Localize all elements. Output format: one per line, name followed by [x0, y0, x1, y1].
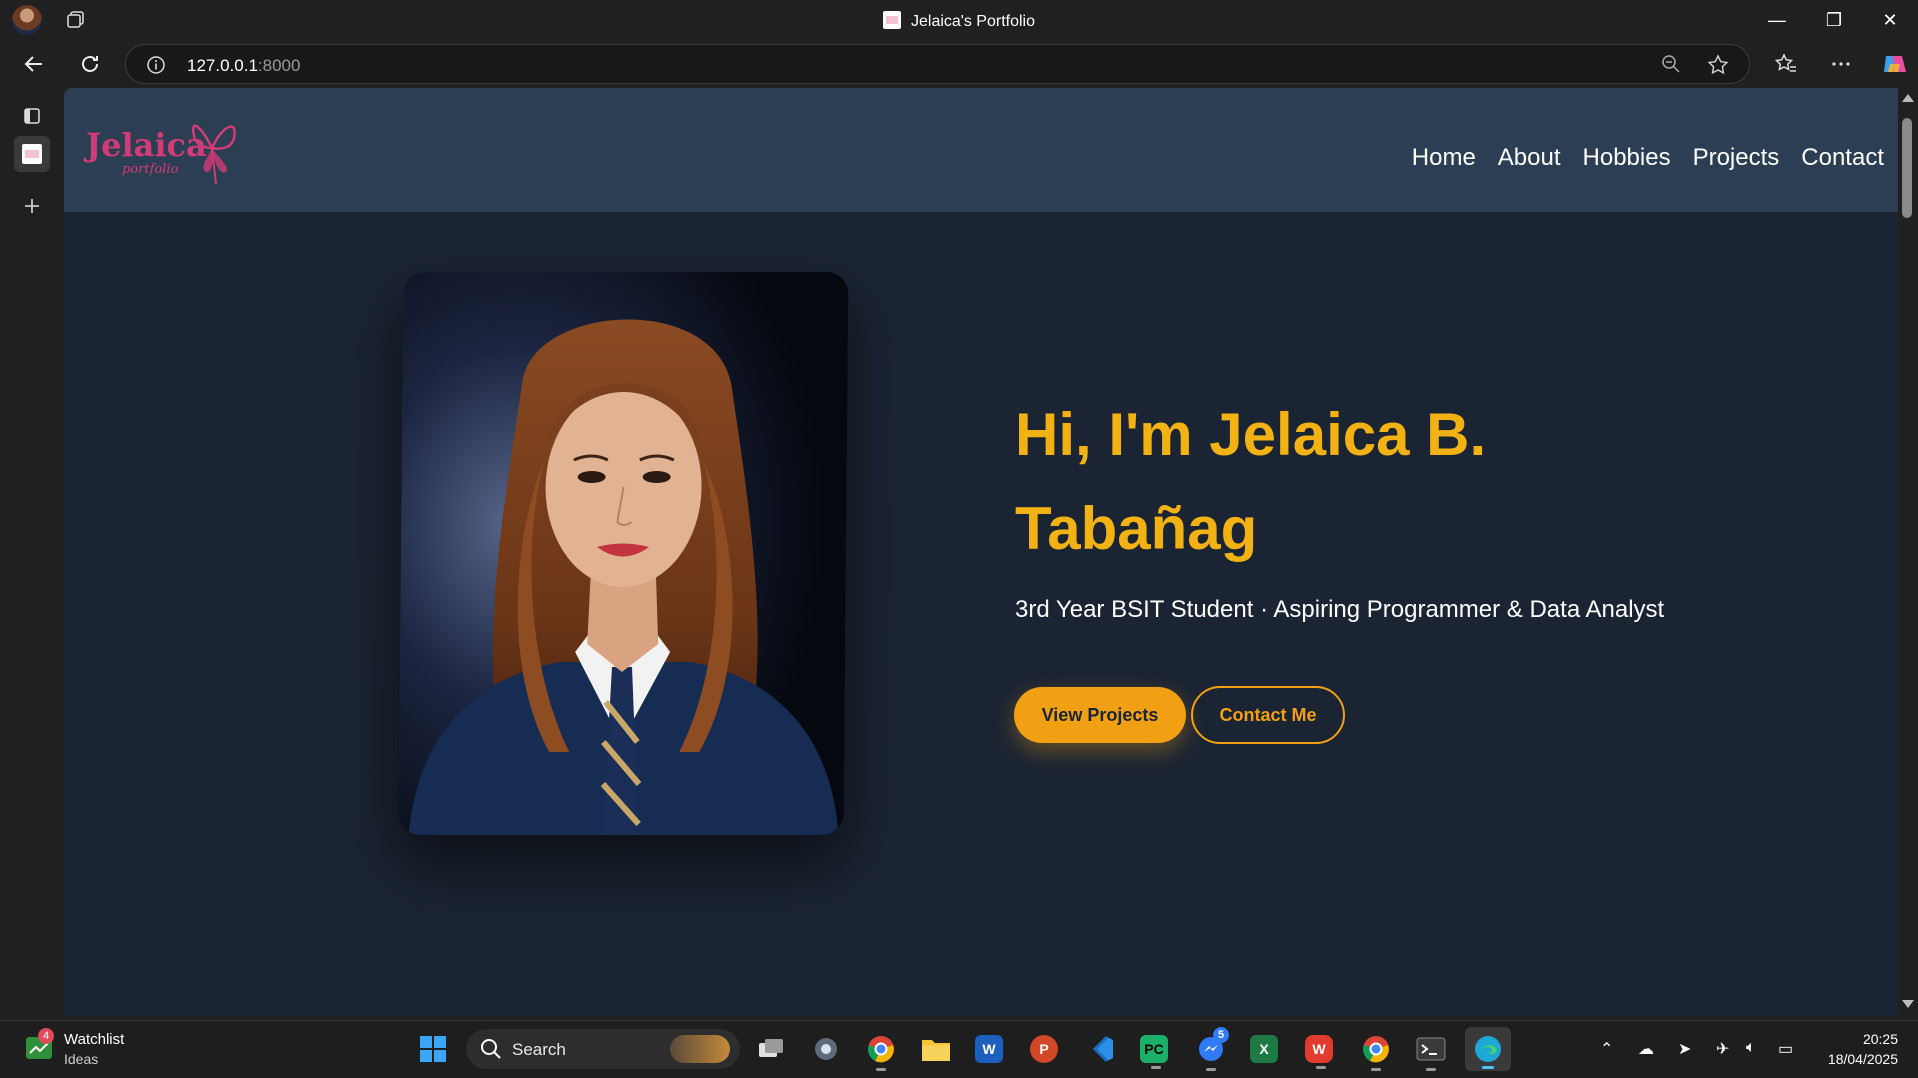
chrome-profile-icon[interactable]	[1360, 1033, 1392, 1071]
tab-actions-icon[interactable]	[14, 98, 50, 134]
nav-hobbies[interactable]: Hobbies	[1583, 144, 1671, 172]
scrollbar-thumb[interactable]	[1902, 118, 1912, 218]
taskbar-search-box[interactable]: Search	[466, 1029, 740, 1069]
taskbar-date[interactable]: 18/04/2025	[1828, 1051, 1898, 1067]
window-title: Jelaica's Portfolio	[0, 11, 1918, 31]
zoom-icon[interactable]	[1661, 54, 1681, 79]
portrait-image	[398, 272, 849, 835]
search-icon	[480, 1038, 502, 1065]
restore-button[interactable]: ❐	[1814, 6, 1854, 34]
start-icon[interactable]	[417, 1033, 449, 1065]
network-icon[interactable]: ✈	[1716, 1039, 1729, 1059]
location-icon[interactable]: ➤	[1678, 1039, 1691, 1059]
view-projects-button[interactable]: View Projects	[1014, 687, 1186, 743]
hero-subtitle: 3rd Year BSIT Student · Aspiring Program…	[1015, 596, 1665, 623]
show-hidden-icons-chevron-icon[interactable]: ⌃	[1600, 1039, 1613, 1059]
scroll-down-arrow-icon[interactable]	[1902, 1000, 1914, 1008]
copilot-icon[interactable]	[1880, 50, 1908, 78]
terminal-icon[interactable]	[1415, 1033, 1447, 1071]
chrome-icon[interactable]	[865, 1033, 897, 1071]
minimize-button[interactable]: —	[1757, 6, 1797, 34]
url-port: :8000	[257, 56, 301, 75]
contact-me-button[interactable]: Contact Me	[1191, 686, 1345, 744]
messenger-badge: 5	[1213, 1027, 1229, 1043]
url-host: 127.0.0.1	[187, 56, 258, 75]
site-logo[interactable]: Jelaica portfolio	[86, 108, 236, 192]
page-viewport: Jelaica portfolio Home About Hobbies Pro…	[64, 88, 1898, 1016]
search-label: Search	[512, 1040, 566, 1059]
wps-icon[interactable]: W	[1305, 1035, 1333, 1069]
taskbar: 4 Watchlist Ideas Search W P PC 5 X W ⌃ …	[0, 1020, 1918, 1078]
main-navigation: Home About Hobbies Projects Contact	[1412, 144, 1884, 172]
task-view-icon[interactable]	[755, 1033, 787, 1065]
battery-icon[interactable]: ▭	[1778, 1039, 1793, 1059]
window-title-text: Jelaica's Portfolio	[911, 13, 1035, 30]
favorites-icon[interactable]	[1772, 50, 1800, 78]
close-button[interactable]: ✕	[1870, 6, 1910, 34]
nav-home[interactable]: Home	[1412, 144, 1476, 172]
profile-photo	[398, 272, 849, 835]
edge-icon[interactable]	[1465, 1027, 1511, 1071]
page-scrollbar[interactable]	[1898, 88, 1918, 1016]
nav-projects[interactable]: Projects	[1693, 144, 1780, 172]
tab-portfolio[interactable]	[14, 136, 50, 172]
address-bar[interactable]: 127.0.0.1:8000	[125, 44, 1750, 84]
nav-about[interactable]: About	[1498, 144, 1561, 172]
powerpoint-icon[interactable]: P	[1030, 1035, 1058, 1063]
messenger-icon[interactable]: 5	[1195, 1027, 1229, 1071]
url-text[interactable]: 127.0.0.1:8000	[187, 56, 300, 76]
pycharm-icon[interactable]: PC	[1140, 1035, 1168, 1069]
file-explorer-icon[interactable]	[920, 1033, 952, 1065]
browser-toolbar: 127.0.0.1:8000	[0, 40, 1918, 88]
vertical-tab-bar	[0, 88, 64, 1020]
tab-favicon-icon	[22, 144, 42, 164]
back-arrow-icon[interactable]	[20, 50, 48, 78]
word-icon[interactable]: W	[975, 1035, 1003, 1063]
new-tab-plus-icon[interactable]	[14, 188, 50, 224]
nav-contact[interactable]: Contact	[1801, 144, 1884, 172]
site-info-icon[interactable]	[146, 55, 166, 80]
tab-favicon-icon	[883, 11, 901, 29]
settings-icon[interactable]	[810, 1033, 842, 1065]
volume-icon[interactable]: 🔈︎	[1746, 1039, 1756, 1057]
onedrive-icon[interactable]: ☁	[1638, 1039, 1654, 1059]
favorite-star-icon[interactable]	[1707, 54, 1729, 81]
refresh-icon[interactable]	[76, 50, 104, 78]
widget-subtitle[interactable]: Ideas	[64, 1051, 98, 1067]
title-bar: Jelaica's Portfolio — ❐ ✕	[0, 0, 1918, 40]
site-header: Jelaica portfolio Home About Hobbies Pro…	[64, 88, 1898, 212]
hero-heading: Hi, I'm Jelaica B. Tabañag	[1015, 401, 1487, 562]
butterfly-icon	[191, 124, 236, 185]
logo-tagline: portfolio	[122, 162, 179, 177]
excel-icon[interactable]: X	[1250, 1035, 1278, 1063]
vscode-icon[interactable]	[1085, 1033, 1117, 1065]
scroll-up-arrow-icon[interactable]	[1902, 94, 1914, 102]
widget-badge: 4	[38, 1028, 54, 1044]
more-options-icon[interactable]	[1827, 50, 1855, 78]
search-highlight-icon	[670, 1035, 730, 1063]
taskbar-time[interactable]: 20:25	[1863, 1031, 1898, 1047]
widget-title[interactable]: Watchlist	[64, 1031, 124, 1048]
